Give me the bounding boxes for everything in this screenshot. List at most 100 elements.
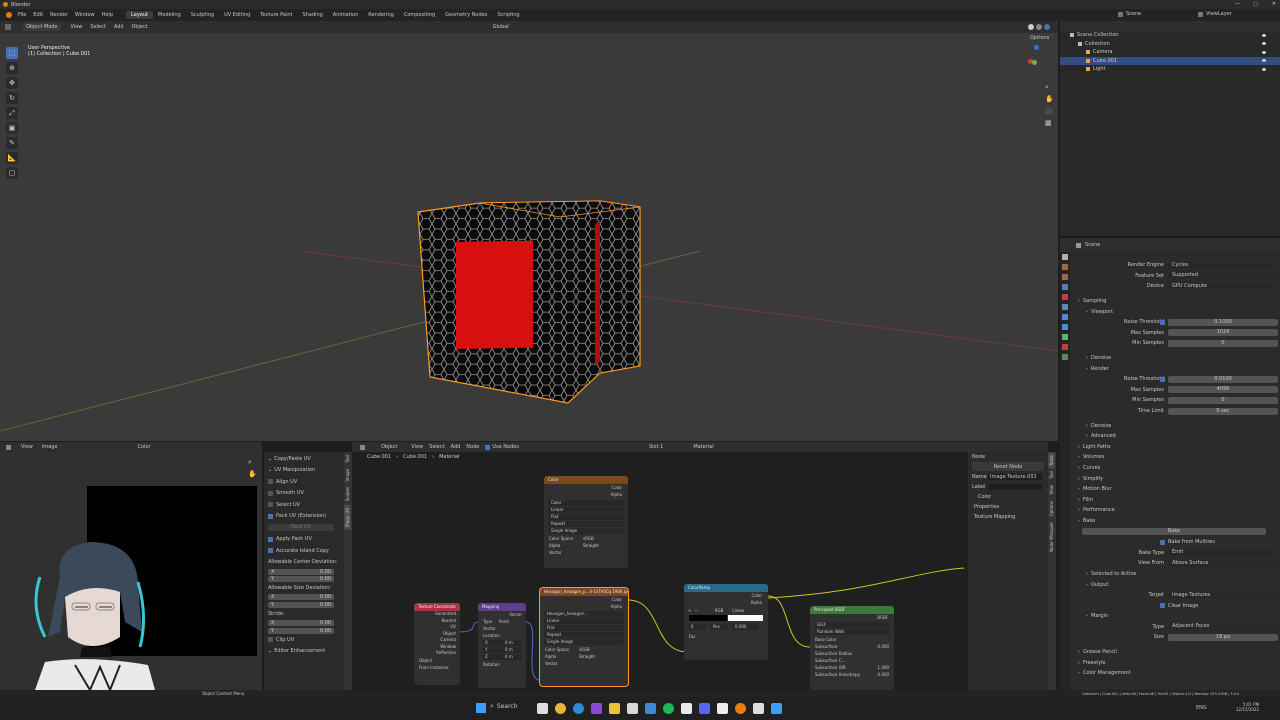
subpanel[interactable]: › Viewport xyxy=(1072,306,1280,317)
minimize-button[interactable]: — xyxy=(1235,1,1240,7)
app-icon[interactable] xyxy=(717,703,728,714)
color-ramp-gradient[interactable] xyxy=(689,615,763,621)
app-icon[interactable] xyxy=(681,703,692,714)
workspace-tab[interactable]: Shading xyxy=(297,11,327,19)
edge-icon[interactable] xyxy=(573,703,584,714)
image-field[interactable]: Color xyxy=(548,500,624,506)
checkbox-row[interactable]: Clear Image xyxy=(1072,600,1280,611)
uv-checkbox[interactable] xyxy=(268,548,273,554)
outliner-item[interactable]: Light xyxy=(1060,65,1280,74)
app-icon[interactable] xyxy=(771,703,782,714)
property-value[interactable]: 0 xyxy=(1168,396,1278,404)
panel-section[interactable]: › Color Management xyxy=(1072,668,1280,679)
workspace-tab[interactable]: Compositing xyxy=(399,11,440,19)
node-row-value[interactable]: sRGB xyxy=(583,535,594,542)
color-subpanel[interactable]: Color xyxy=(968,492,1048,502)
outliner-item[interactable]: Cube.001 xyxy=(1060,56,1280,65)
visibility-eye-icon[interactable] xyxy=(1262,42,1266,46)
property-value[interactable]: 0 xyxy=(1168,339,1278,347)
texture-mapping-subpanel[interactable]: Texture Mapping xyxy=(968,512,1048,522)
texture-coordinate-node[interactable]: Texture Coordinate Generated Normal UV Obje… xyxy=(414,603,460,685)
outliner-item[interactable]: Collection xyxy=(1060,40,1280,49)
add-stop-button[interactable]: + xyxy=(688,608,691,613)
scene-selector[interactable]: Scene xyxy=(1118,11,1141,17)
menu-help[interactable]: Help xyxy=(102,12,113,18)
outliner-item[interactable]: Scene Collection xyxy=(1060,31,1280,40)
workspace-tab[interactable]: Geometry Nodes xyxy=(440,11,492,19)
sidebar-tab[interactable]: Node xyxy=(1048,452,1055,469)
uv-number-field[interactable]: Y 0.00 xyxy=(268,575,334,582)
from-instancer-checkbox[interactable]: From Instancer xyxy=(414,664,460,671)
node-row-value[interactable]: sRGB xyxy=(579,646,590,653)
discord-icon[interactable] xyxy=(699,703,710,714)
clock[interactable]: 5:01 PM 12/15/2022 xyxy=(1236,702,1259,712)
interpolation-select[interactable]: Linear xyxy=(732,608,744,613)
texture-tab-icon[interactable] xyxy=(1062,354,1068,360)
zoom-icon[interactable]: ⌕ xyxy=(248,458,252,467)
subpanel[interactable]: › Denoise xyxy=(1072,353,1280,364)
property-value[interactable]: 0.1000 xyxy=(1168,318,1278,326)
node-name-field[interactable]: Image Texture.001 xyxy=(988,474,1042,480)
world-tab-icon[interactable] xyxy=(1062,294,1068,300)
outliner-item[interactable]: Camera xyxy=(1060,48,1280,57)
uv-checkbox[interactable] xyxy=(268,479,273,485)
panel-section[interactable]: › Curves xyxy=(1072,463,1280,474)
object-field[interactable]: Object xyxy=(414,657,460,664)
pan-hand-icon[interactable]: ✋ xyxy=(1045,95,1054,103)
bsdf-input-row[interactable]: Subsurface Radius xyxy=(810,650,894,657)
sidebar-tab[interactable]: Tool xyxy=(344,452,351,466)
bsdf-input-row[interactable]: Subsurface 0.000 xyxy=(810,643,894,650)
workspace-tab[interactable]: Rendering xyxy=(363,11,399,19)
uv-checkbox[interactable] xyxy=(268,536,273,542)
node-row-value[interactable]: Point xyxy=(499,618,509,625)
menu-render[interactable]: Render xyxy=(50,12,68,18)
chrome-icon[interactable] xyxy=(555,703,566,714)
subpanel[interactable]: › Denoise xyxy=(1072,420,1280,431)
interpolation-select[interactable]: Linear xyxy=(544,618,624,624)
property-value[interactable]: Supported xyxy=(1168,272,1278,280)
uv-checkbox[interactable] xyxy=(268,490,273,496)
hexagon-image-texture-node[interactable]: Hexagon_hexagon_p...4-1ii7h0Cq 1906.jpg … xyxy=(539,587,629,687)
color-mode-select[interactable]: RGB xyxy=(715,608,724,613)
location-z[interactable]: Z 0 m xyxy=(482,654,522,660)
img-menu-view[interactable]: View xyxy=(21,444,33,450)
property-value[interactable]: 0 sec xyxy=(1168,407,1278,415)
task-view-icon[interactable] xyxy=(537,703,548,714)
panel-section[interactable]: › Volumes xyxy=(1072,452,1280,463)
data-tab-icon[interactable] xyxy=(1062,334,1068,340)
bsdf-input-row[interactable]: Subsurface IOR 1.400 xyxy=(810,664,894,671)
sidebar-tab[interactable]: View xyxy=(1048,482,1055,498)
uv-checkbox[interactable] xyxy=(268,502,273,508)
panel-section[interactable]: › Light Paths xyxy=(1072,442,1280,453)
subpanel[interactable]: › Selected to Active xyxy=(1072,569,1280,580)
pan-hand-icon[interactable]: ✋ xyxy=(248,470,257,478)
app-icon[interactable] xyxy=(627,703,638,714)
property-checkbox[interactable] xyxy=(1160,376,1165,382)
interpolation-select[interactable]: Linear xyxy=(548,507,624,513)
uv-number-field[interactable]: X 0.00 xyxy=(268,594,334,601)
workspace-tab[interactable]: Layout xyxy=(126,11,153,19)
sidebar-tab[interactable]: Node Wrangler xyxy=(1048,519,1055,555)
subpanel[interactable]: › Advanced xyxy=(1072,431,1280,442)
property-value[interactable]: 16 px xyxy=(1168,633,1278,641)
3d-viewport[interactable]: Object Mode View Select Add Object Globa… xyxy=(0,21,1058,441)
bsdf-input-row[interactable]: Subsurface Anisotropy 0.000 xyxy=(810,671,894,678)
app-icon[interactable] xyxy=(753,703,764,714)
sidebar-tab[interactable]: Options xyxy=(1048,498,1055,519)
blender-taskbar-icon[interactable] xyxy=(735,703,746,714)
bsdf-input-row[interactable]: Subsurface C... xyxy=(810,657,894,664)
property-value[interactable]: 0.0100 xyxy=(1168,375,1278,383)
maximize-button[interactable]: ▢ xyxy=(1253,1,1258,7)
taskbar-search[interactable]: ⌕ Search xyxy=(490,702,518,711)
visibility-eye-icon[interactable] xyxy=(1262,67,1266,71)
object-tab-icon[interactable] xyxy=(1062,304,1068,310)
material-tab-icon[interactable] xyxy=(1062,344,1068,350)
property-value[interactable]: GPU Compute xyxy=(1168,282,1278,290)
workspace-tab[interactable]: Scripting xyxy=(492,11,524,19)
uv-number-field[interactable]: Y 0.00 xyxy=(268,627,334,634)
property-value[interactable]: 4096 xyxy=(1168,386,1278,394)
checkbox[interactable] xyxy=(1160,539,1165,545)
checkbox[interactable] xyxy=(1160,603,1165,609)
app-icon[interactable] xyxy=(645,703,656,714)
visibility-eye-icon[interactable] xyxy=(1262,33,1266,37)
